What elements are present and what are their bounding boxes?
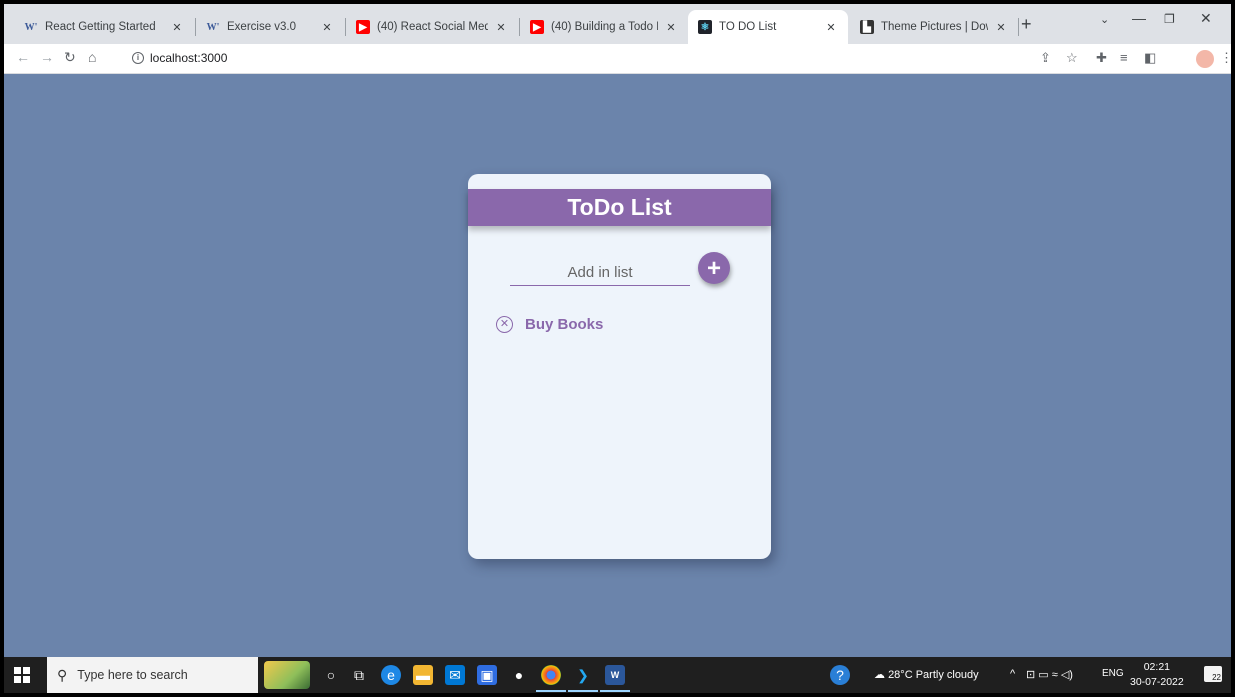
side-panel-icon[interactable]: ◧ bbox=[1144, 50, 1156, 66]
reading-list-icon[interactable]: ≡ bbox=[1120, 50, 1128, 65]
active-app-indicator bbox=[600, 690, 630, 692]
clock-time: 02:21 bbox=[1143, 661, 1170, 673]
tab-title: TO DO List bbox=[719, 21, 777, 33]
todo-card: ToDo List + ✕ Buy Books bbox=[468, 174, 771, 559]
active-app-indicator bbox=[568, 690, 598, 692]
profile-avatar[interactable] bbox=[1196, 50, 1214, 68]
tab-title: React Getting Started bbox=[45, 21, 156, 33]
tab-search-icon[interactable]: ⌄ bbox=[1100, 13, 1109, 26]
help-icon[interactable]: ? bbox=[830, 665, 850, 685]
browser-tab-strip: W' React Getting Started ✕ W' Exercise v… bbox=[4, 4, 1231, 44]
home-icon[interactable]: ⌂ bbox=[88, 49, 96, 65]
chrome-icon[interactable] bbox=[541, 665, 561, 685]
bookmark-star-icon[interactable]: ☆ bbox=[1066, 50, 1078, 66]
extensions-icon[interactable]: ✚ bbox=[1096, 50, 1107, 66]
close-icon[interactable]: ✕ bbox=[170, 21, 184, 34]
tab-theme-pictures[interactable]: ▙ Theme Pictures | Download ✕ bbox=[850, 10, 1018, 44]
system-clock[interactable]: 02:21 30-07-2022 bbox=[1130, 660, 1184, 690]
tray-expand-icon[interactable]: ^ bbox=[1010, 668, 1015, 680]
site-info-icon[interactable]: i bbox=[132, 52, 144, 64]
tab-react-getting-started[interactable]: W' React Getting Started ✕ bbox=[14, 10, 194, 44]
react-icon: ⚛ bbox=[698, 20, 712, 34]
tray-icons[interactable]: ⊡ ▭ ≈ ◁) bbox=[1026, 668, 1073, 681]
search-placeholder: Type here to search bbox=[77, 668, 188, 682]
search-highlight-image bbox=[264, 661, 310, 689]
word-icon[interactable]: W bbox=[605, 665, 625, 685]
restore-icon[interactable]: ❐ bbox=[1164, 12, 1175, 26]
close-icon[interactable]: ✕ bbox=[664, 21, 678, 34]
tab-building-todo-list[interactable]: ▶ (40) Building a Todo List Ap ✕ bbox=[520, 10, 688, 44]
search-icon: ⚲ bbox=[57, 666, 68, 683]
clock-date: 30-07-2022 bbox=[1130, 676, 1184, 688]
active-app-indicator bbox=[536, 690, 566, 692]
notification-count: 22 bbox=[1212, 673, 1221, 682]
windows-taskbar: ⚲ Type here to search ○ ⧉ e ▬ ✉ ▣ ● ❯ W … bbox=[4, 657, 1231, 693]
reload-icon[interactable]: ↻ bbox=[64, 49, 76, 66]
tab-todo-list[interactable]: ⚛ TO DO List ✕ bbox=[688, 10, 848, 44]
store-icon[interactable]: ▣ bbox=[477, 665, 497, 685]
theme-site-icon: ▙ bbox=[860, 20, 874, 34]
close-icon[interactable]: ✕ bbox=[824, 21, 838, 34]
browser-toolbar: ← → ↻ ⌂ i localhost:3000 ⇪ ☆ ✚ ≡ ◧ ⋮ bbox=[4, 44, 1231, 74]
vscode-icon[interactable]: ❯ bbox=[573, 665, 593, 685]
list-item: ✕ Buy Books bbox=[496, 316, 603, 333]
file-explorer-icon[interactable]: ▬ bbox=[413, 665, 433, 685]
windows-start-icon[interactable] bbox=[14, 667, 30, 683]
forward-icon[interactable]: → bbox=[40, 49, 54, 65]
list-item-text: Buy Books bbox=[525, 316, 604, 333]
tab-exercise[interactable]: W' Exercise v3.0 ✕ bbox=[196, 10, 344, 44]
tab-title: (40) Building a Todo List Ap bbox=[551, 21, 658, 33]
minimize-icon[interactable]: — bbox=[1132, 10, 1146, 26]
new-tab-button[interactable]: + bbox=[1021, 14, 1032, 35]
github-icon[interactable]: ● bbox=[509, 665, 529, 685]
task-view-icon[interactable]: ⧉ bbox=[349, 665, 369, 685]
remove-circle-icon[interactable]: ✕ bbox=[496, 316, 513, 333]
weather-cloud-icon: ☁ bbox=[874, 669, 885, 681]
share-icon[interactable]: ⇪ bbox=[1040, 50, 1051, 66]
back-icon[interactable]: ← bbox=[16, 49, 30, 65]
taskbar-search[interactable]: ⚲ Type here to search bbox=[47, 657, 258, 693]
youtube-icon: ▶ bbox=[356, 20, 370, 34]
tab-title: Exercise v3.0 bbox=[227, 21, 297, 33]
w3schools-icon: W' bbox=[24, 21, 38, 33]
add-item-button[interactable]: + bbox=[698, 252, 730, 284]
tab-separator bbox=[1018, 18, 1019, 36]
close-icon[interactable]: ✕ bbox=[320, 21, 334, 34]
menu-icon[interactable]: ⋮ bbox=[1220, 50, 1231, 66]
address-bar[interactable]: i localhost:3000 bbox=[132, 51, 227, 65]
edge-icon[interactable]: e bbox=[381, 665, 401, 685]
tab-title: Theme Pictures | Download bbox=[881, 21, 988, 33]
youtube-icon: ▶ bbox=[530, 20, 544, 34]
cortana-icon[interactable]: ○ bbox=[321, 665, 341, 685]
close-icon[interactable]: ✕ bbox=[494, 21, 508, 34]
tab-title: (40) React Social Media App bbox=[377, 21, 488, 33]
url-text: localhost:3000 bbox=[150, 51, 228, 65]
tab-react-social-media[interactable]: ▶ (40) React Social Media App ✕ bbox=[346, 10, 518, 44]
close-window-icon[interactable]: ✕ bbox=[1200, 10, 1212, 27]
notification-center-icon[interactable]: 22 bbox=[1204, 666, 1222, 682]
weather-widget[interactable]: ☁ 28°C Partly cloudy bbox=[874, 668, 979, 681]
close-icon[interactable]: ✕ bbox=[994, 21, 1008, 34]
screen: W' React Getting Started ✕ W' Exercise v… bbox=[4, 4, 1231, 693]
weather-text: 28°C Partly cloudy bbox=[888, 669, 979, 681]
w3schools-icon: W' bbox=[206, 21, 220, 33]
mail-icon[interactable]: ✉ bbox=[445, 665, 465, 685]
language-indicator[interactable]: ENG bbox=[1102, 668, 1124, 679]
add-item-input[interactable] bbox=[510, 260, 690, 286]
page-title: ToDo List bbox=[468, 189, 771, 226]
